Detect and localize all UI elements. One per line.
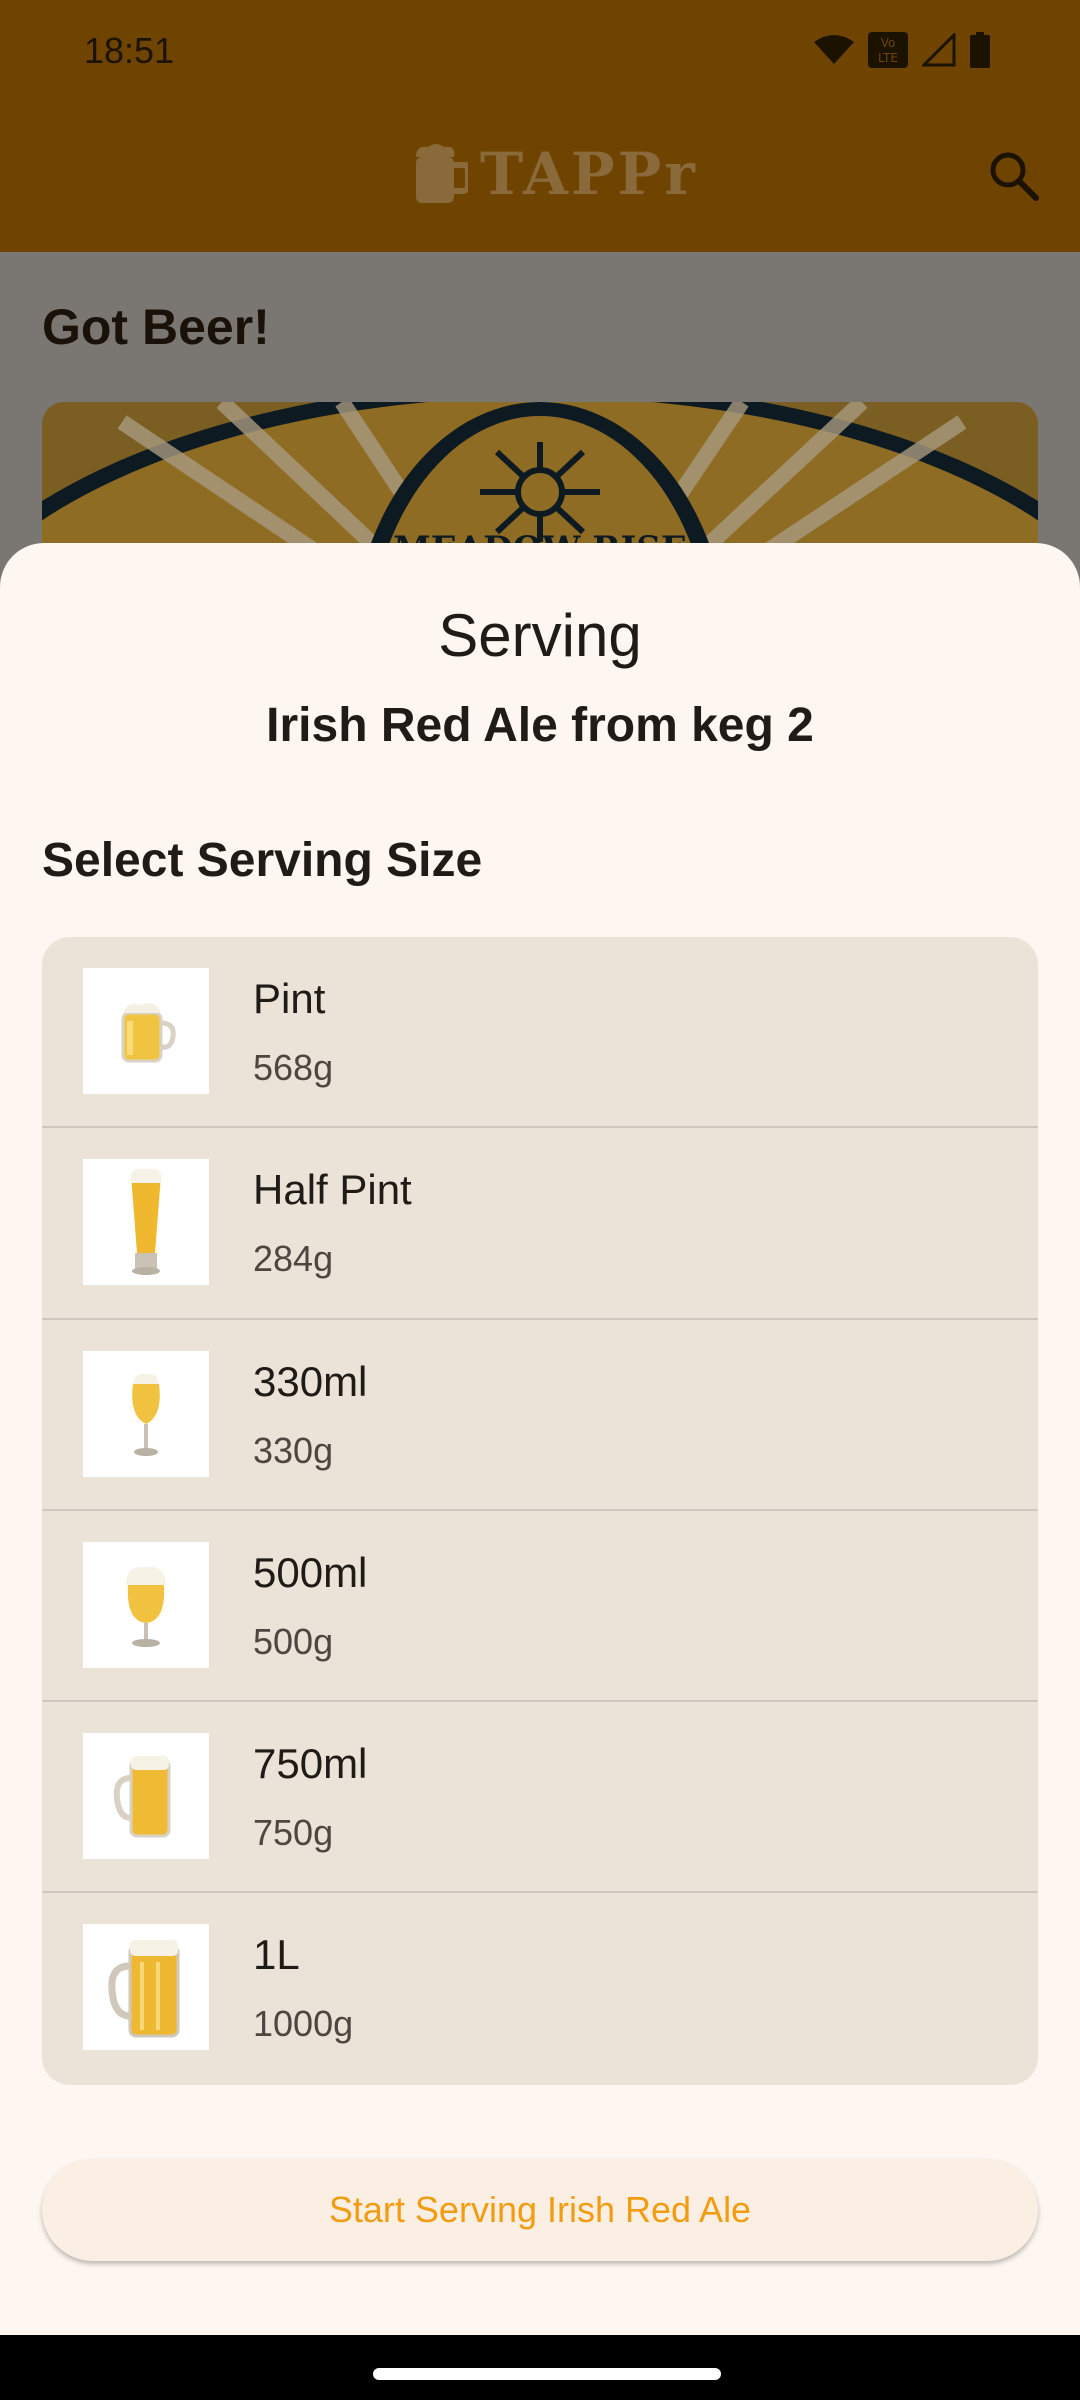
size-weight: 500g bbox=[253, 1620, 334, 1662]
navigation-bar bbox=[0, 2335, 1080, 2400]
app-bar: 18:51 Vo LTE TAPPr bbox=[0, 0, 1080, 252]
size-weight: 1000g bbox=[253, 2003, 354, 2045]
size-name: Half Pint bbox=[253, 1166, 412, 1214]
search-button[interactable] bbox=[984, 146, 1044, 206]
home-gesture-handle[interactable] bbox=[373, 2368, 721, 2380]
status-time: 18:51 bbox=[84, 30, 175, 71]
svg-text:LTE: LTE bbox=[878, 51, 898, 65]
size-item-half-pint[interactable]: Half Pint 284g bbox=[42, 1128, 1038, 1320]
start-serving-button[interactable]: Start Serving Irish Red Ale bbox=[42, 2159, 1038, 2261]
size-name: 750ml bbox=[253, 1740, 368, 1788]
status-icons: Vo LTE bbox=[814, 32, 990, 68]
size-item-pint[interactable]: Pint 568g bbox=[42, 937, 1038, 1129]
battery-icon bbox=[970, 32, 990, 68]
signal-icon bbox=[922, 33, 956, 67]
size-name: 500ml bbox=[253, 1548, 368, 1596]
size-item-500ml[interactable]: 500ml 500g bbox=[42, 1511, 1038, 1703]
size-weight: 284g bbox=[253, 1238, 334, 1280]
search-icon bbox=[990, 152, 1039, 201]
serving-bottom-sheet: Serving Irish Red Ale from keg 2 Select … bbox=[0, 543, 1080, 2335]
size-item-1l[interactable]: 1L 1000g bbox=[42, 1893, 1038, 2084]
beer-mug-icon bbox=[416, 144, 468, 203]
size-name: 330ml bbox=[253, 1357, 368, 1405]
sheet-title: Serving bbox=[438, 602, 642, 669]
volte-icon: VoLTE bbox=[868, 32, 908, 68]
size-item-330ml[interactable]: 330ml 330g bbox=[42, 1320, 1038, 1511]
size-name: 1L bbox=[253, 1931, 300, 1979]
section-label: Select Serving Size bbox=[42, 834, 483, 887]
size-weight: 330g bbox=[253, 1429, 334, 1471]
svg-text:Vo: Vo bbox=[881, 36, 896, 50]
litre-mug-icon bbox=[83, 1924, 209, 2051]
pilsner-glass-icon bbox=[83, 1159, 209, 1286]
sheet-subtitle: Irish Red Ale from keg 2 bbox=[266, 699, 814, 752]
tulip-glass-icon bbox=[83, 1350, 209, 1477]
size-item-750ml[interactable]: 750ml 750g bbox=[42, 1702, 1038, 1894]
size-weight: 750g bbox=[253, 1812, 334, 1854]
stein-mug-icon bbox=[83, 1733, 209, 1860]
size-weight: 568g bbox=[253, 1047, 334, 1088]
pint-mug-icon bbox=[83, 968, 209, 1094]
goblet-glass-icon bbox=[83, 1541, 209, 1668]
page-heading: Got Beer! bbox=[42, 299, 270, 355]
wifi-icon bbox=[814, 35, 854, 64]
serving-size-list: Pint 568g Half Pint 284g 330ml 330g 500m… bbox=[42, 937, 1038, 2085]
logo-text: TAPPr bbox=[480, 140, 698, 208]
size-name: Pint bbox=[253, 975, 326, 1022]
app-logo: TAPPr bbox=[410, 140, 698, 208]
